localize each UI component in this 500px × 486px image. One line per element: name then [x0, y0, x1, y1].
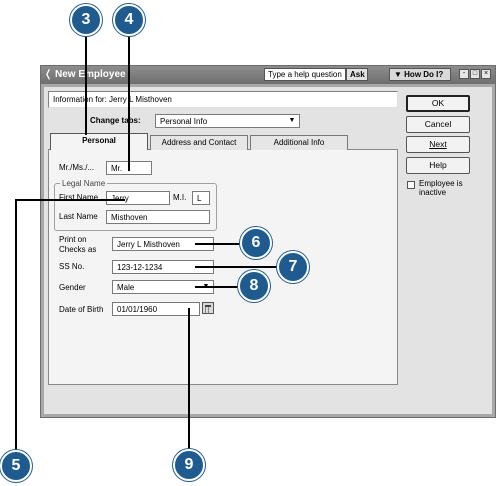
tab-personal[interactable]: Personal	[50, 133, 148, 150]
mi-field[interactable]: L	[192, 191, 210, 205]
callout-5: 5	[0, 450, 32, 482]
last-name-field[interactable]: Misthoven	[106, 210, 210, 224]
tab-additional-info[interactable]: Additional Info	[250, 135, 348, 150]
callout-4-leader	[128, 35, 130, 171]
dob-label: Date of Birth	[59, 305, 104, 314]
callout-4: 4	[113, 4, 145, 36]
maximize-button[interactable]: □	[470, 69, 480, 79]
triangle-down-icon: ▼	[394, 70, 402, 79]
callout-8: 8	[238, 270, 270, 302]
minimize-button[interactable]: -	[459, 69, 469, 79]
gender-label: Gender	[59, 283, 86, 292]
ok-button[interactable]: OK	[406, 95, 470, 112]
print-on-checks-label-2: Checks as	[59, 245, 97, 254]
legal-name-legend: Legal Name	[60, 179, 108, 188]
change-tabs-value: Personal Info	[160, 117, 208, 126]
next-button[interactable]: Next	[406, 136, 470, 153]
ask-button[interactable]: Ask	[346, 68, 368, 81]
how-do-i-button[interactable]: ▼ How Do I?	[389, 68, 451, 81]
inactive-label-2: inactive	[419, 188, 447, 197]
callout-6: 6	[240, 227, 272, 259]
callout-5-leader-horizontal	[15, 199, 125, 201]
ssn-label: SS No.	[59, 262, 85, 271]
inactive-label-1: Employee is	[419, 179, 463, 188]
callout-7: 7	[277, 251, 309, 283]
callout-9: 9	[173, 449, 205, 481]
salutation-label: Mr./Ms./...	[59, 163, 95, 172]
how-do-i-label: How Do I?	[404, 70, 444, 79]
print-on-checks-label-1: Print on	[59, 235, 87, 244]
chevron-down-icon[interactable]: ▼	[286, 115, 298, 127]
callout-3-leader	[85, 35, 87, 135]
cancel-button[interactable]: Cancel	[406, 116, 470, 133]
change-tabs-select[interactable]: Personal Info	[155, 114, 300, 128]
callout-6-leader	[195, 243, 243, 245]
window-title: New Employee	[55, 69, 126, 80]
close-button[interactable]: ×	[481, 69, 491, 79]
callout-7-leader	[195, 266, 280, 268]
first-name-field[interactable]: Jerry	[106, 191, 170, 205]
tab-address-and-contact[interactable]: Address and Contact	[150, 135, 248, 150]
info-bar: Information for: Jerry L Misthoven	[48, 91, 398, 108]
title-bar[interactable]: ❬ New Employee Type a help question Ask …	[41, 66, 495, 84]
employee-inactive-checkbox[interactable]	[407, 181, 415, 189]
callout-5-leader-vertical	[15, 199, 17, 454]
dob-field[interactable]: 01/01/1960	[112, 302, 200, 316]
change-tabs-label: Change tabs:	[90, 116, 141, 125]
help-button[interactable]: Help	[406, 157, 470, 174]
last-name-label: Last Name	[59, 212, 98, 221]
help-question-input[interactable]: Type a help question	[264, 68, 346, 81]
callout-8-leader	[195, 286, 240, 288]
mi-label: M.I.	[173, 193, 187, 202]
app-menu-icon[interactable]: ❬	[44, 69, 52, 80]
callout-9-leader	[188, 308, 190, 453]
gender-value: Male	[117, 283, 135, 292]
callout-3: 3	[70, 4, 102, 36]
calendar-icon[interactable]	[202, 302, 214, 314]
